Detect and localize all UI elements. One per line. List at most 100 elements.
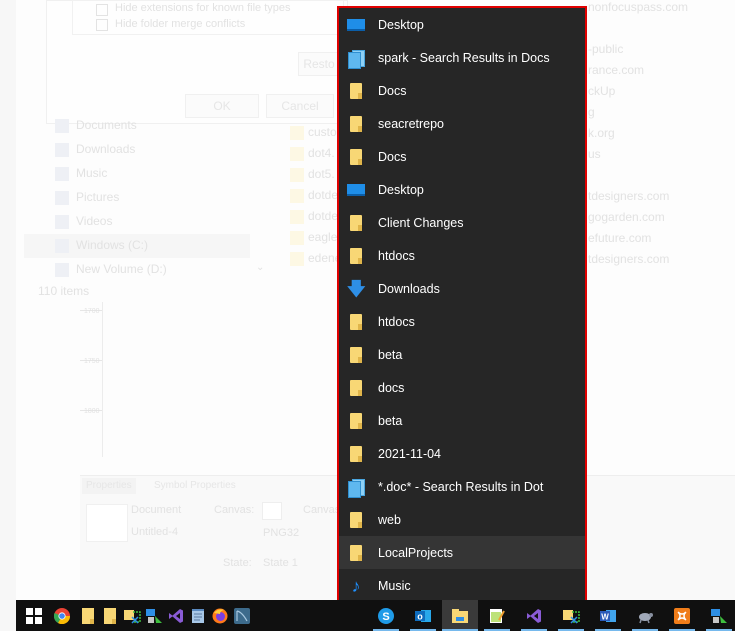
taskbar-outlook[interactable]: o xyxy=(405,600,441,631)
jump-item-label: LocalProjects xyxy=(378,545,454,560)
jump-item-label: Client Changes xyxy=(378,215,464,230)
pictures-icon xyxy=(55,191,69,205)
file-item-right[interactable]: tdesigners.com xyxy=(588,189,669,203)
ruler-label: 1750 xyxy=(84,358,100,365)
file-item-right[interactable]: us xyxy=(588,147,601,161)
folder-icon xyxy=(347,544,365,562)
jump-item-web[interactable]: web xyxy=(339,503,585,536)
jump-item-htdocs[interactable]: htdocs xyxy=(339,239,585,272)
jump-item-htdocs-2[interactable]: htdocs xyxy=(339,305,585,338)
export-format[interactable]: PNG32 xyxy=(263,527,299,539)
jump-item-desktop[interactable]: Desktop xyxy=(339,8,585,41)
checkbox-hide-extensions[interactable] xyxy=(96,4,108,16)
desktop-icon xyxy=(347,16,365,34)
word-icon: W xyxy=(600,609,616,622)
desktop-icon xyxy=(347,181,365,199)
jump-item-label: beta xyxy=(378,413,403,428)
svg-text:W: W xyxy=(601,612,609,621)
canvas-size-button[interactable]: Canvas xyxy=(303,504,340,516)
jump-item-label: Music xyxy=(378,578,411,593)
downloads-icon xyxy=(55,143,69,157)
file-item-right[interactable]: rance.com xyxy=(588,63,644,77)
ok-button[interactable]: OK xyxy=(185,94,259,118)
download-arrow-icon: 🡇 xyxy=(347,278,366,299)
document-name: Untitled-4 xyxy=(131,526,179,538)
jump-item-docs-3[interactable]: docs xyxy=(339,371,585,404)
folder-icon xyxy=(290,126,304,140)
taskbar-visual-studio-running[interactable] xyxy=(516,600,552,631)
restore-defaults-button[interactable]: Resto xyxy=(298,52,340,76)
nav-item-windows-c[interactable]: Windows (C:) xyxy=(76,238,148,252)
jump-item-spark-search[interactable]: spark - Search Results in Docs xyxy=(339,41,585,74)
jump-item-docs-2[interactable]: Docs xyxy=(339,140,585,173)
saved-search-icon xyxy=(347,49,365,69)
nav-item-documents[interactable]: Documents xyxy=(76,118,137,132)
file-item-right[interactable]: -public xyxy=(588,42,623,56)
taskbar-notepad-plus-plus[interactable] xyxy=(479,600,515,631)
jump-item-downloads[interactable]: 🡇 Downloads xyxy=(339,272,585,305)
jump-item-beta-2[interactable]: beta xyxy=(339,404,585,437)
music-note-icon: ♪ xyxy=(351,575,361,596)
file-item-right[interactable]: nonfocuspass.com xyxy=(588,0,688,14)
nav-item-music[interactable]: Music xyxy=(76,166,107,180)
jump-item-docs[interactable]: Docs xyxy=(339,74,585,107)
file-item-right[interactable]: g xyxy=(588,105,595,119)
taskbar-file-explorer[interactable] xyxy=(442,600,478,631)
svg-text:o: o xyxy=(417,611,423,621)
tab-symbol-properties[interactable]: Symbol Properties xyxy=(150,478,240,494)
nav-item-videos[interactable]: Videos xyxy=(76,214,112,228)
canvas-color-swatch[interactable] xyxy=(262,502,282,520)
taskbar-xampp[interactable] xyxy=(664,600,700,631)
checkbox-hide-merge-conflicts[interactable] xyxy=(96,19,108,31)
jump-item-music[interactable]: ♪ Music xyxy=(339,569,585,602)
file-explorer-icon xyxy=(452,608,468,623)
file-item-right[interactable]: tdesigners.com xyxy=(588,252,669,266)
folder-icon xyxy=(290,189,304,203)
folder-icon xyxy=(347,412,365,430)
file-item-right[interactable]: k.org xyxy=(588,126,615,140)
file-item[interactable]: custo xyxy=(308,125,337,139)
nav-scroll-down-icon[interactable]: ⌄ xyxy=(256,262,264,273)
file-item-right[interactable]: ckUp xyxy=(588,84,615,98)
documents-icon xyxy=(55,119,69,133)
taskbar-skype[interactable]: S xyxy=(368,600,404,631)
file-item-right[interactable]: efuture.com xyxy=(588,231,651,245)
jump-item-label: Desktop xyxy=(378,17,424,32)
tab-properties[interactable]: Properties xyxy=(82,478,136,494)
jump-item-2021-11-04[interactable]: 2021-11-04 xyxy=(339,437,585,470)
jump-item-label: *.doc* - Search Results in Dot xyxy=(378,479,544,494)
file-item[interactable]: dot5. xyxy=(308,167,335,181)
taskbar-word[interactable]: W xyxy=(590,600,626,631)
jump-item-label: seacretrepo xyxy=(378,116,445,131)
taskbar-remote-desktop-running[interactable] xyxy=(701,600,735,631)
file-item[interactable]: dot4. xyxy=(308,146,335,160)
mysql-workbench-icon xyxy=(234,607,250,624)
jump-item-localprojects[interactable]: LocalProjects xyxy=(339,536,585,569)
drive-d-icon xyxy=(55,263,69,277)
jump-item-doc-search[interactable]: *.doc* - Search Results in Dot xyxy=(339,470,585,503)
nav-item-pictures[interactable]: Pictures xyxy=(76,190,119,204)
cancel-button[interactable]: Cancel xyxy=(266,94,334,118)
jump-item-seacretrepo[interactable]: seacretrepo xyxy=(339,107,585,140)
jump-item-beta[interactable]: beta xyxy=(339,338,585,371)
jump-item-desktop-2[interactable]: Desktop xyxy=(339,173,585,206)
file-item[interactable]: eagle xyxy=(308,230,337,244)
ruler-label: 1800 xyxy=(84,408,100,415)
videos-icon xyxy=(55,215,69,229)
folder-icon xyxy=(347,115,365,133)
file-item[interactable]: dotde xyxy=(308,209,338,223)
tortoise-icon xyxy=(639,612,653,623)
taskbar-mysql-workbench[interactable] xyxy=(224,600,260,631)
taskbar-tortoise[interactable] xyxy=(627,600,663,631)
file-item-right[interactable]: gogarden.com xyxy=(588,210,665,224)
nav-item-new-volume-d[interactable]: New Volume (D:) xyxy=(76,262,167,276)
folder-icon xyxy=(347,148,365,166)
outlook-icon: o xyxy=(415,609,431,622)
taskbar-snipping-tool-running[interactable] xyxy=(553,600,589,631)
jump-item-client-changes[interactable]: Client Changes xyxy=(339,206,585,239)
state-value[interactable]: State 1 xyxy=(263,557,298,569)
folder-icon xyxy=(290,147,304,161)
file-item[interactable]: dotde xyxy=(308,188,338,202)
music-icon xyxy=(55,167,69,181)
nav-item-downloads[interactable]: Downloads xyxy=(76,142,135,156)
